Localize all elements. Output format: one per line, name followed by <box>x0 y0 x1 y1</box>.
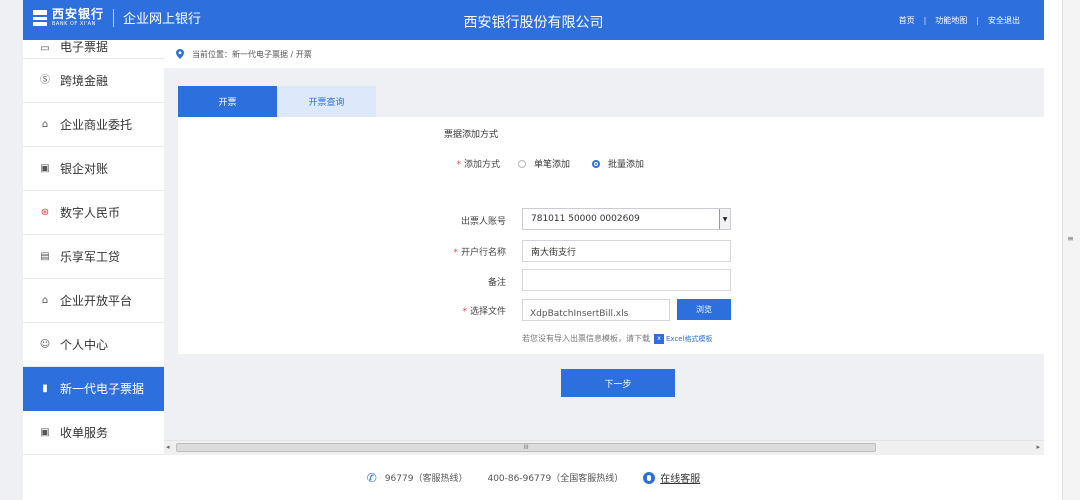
sidebar-item-label: 个人中心 <box>60 338 109 352</box>
sidebar-item-label: 收单服务 <box>60 426 109 440</box>
sidebar-item-label: 乐享军工贷 <box>60 250 121 264</box>
breadcrumb-text: 当前位置：新一代电子票据 / 开票 <box>192 49 312 59</box>
dollar-circle-icon: Ⓢ <box>40 74 50 86</box>
tab-bar: 开票 开票查询 <box>178 86 376 117</box>
radio-checked-icon <box>592 159 600 168</box>
card-icon: ▤ <box>40 250 50 262</box>
excel-template-link[interactable]: Excel格式模板 <box>666 334 713 344</box>
tab-issue[interactable]: 开票 <box>178 86 277 117</box>
branch-label: * 开户行名称 <box>453 248 506 258</box>
tab-issue-query[interactable]: 开票查询 <box>277 86 376 117</box>
right-gutter <box>1044 0 1062 500</box>
sidebar-item-label: 企业商业委托 <box>60 118 133 132</box>
remark-label: 备注 <box>487 278 506 288</box>
vertical-scrollbar[interactable]: ≡ <box>1062 0 1080 500</box>
sidebar-item-e-bill[interactable]: ▭ 电子票据 <box>23 40 164 59</box>
template-hint: 若您没有导入出票信息模板，请下载 x Excel格式模板 <box>522 333 713 344</box>
online-service-link[interactable]: 在线客服 <box>660 470 700 485</box>
phone-icon: ✆ <box>366 470 377 485</box>
scroll-left-icon[interactable]: ◂ <box>166 443 170 451</box>
horizontal-scrollbar[interactable]: ◂ III ▸ <box>164 440 1044 454</box>
chart-icon: ▣ <box>40 162 50 174</box>
scroll-thumb[interactable]: III <box>176 443 876 452</box>
issue-form-panel: 票据添加方式 * 添加方式 单笔添加 批量添加 出票人账号 781011 5000… <box>178 117 1044 354</box>
sidebar-item-label: 跨境金融 <box>60 74 109 88</box>
sidebar-item-label: 企业开放平台 <box>60 294 133 308</box>
scroll-right-icon[interactable]: ▸ <box>1036 443 1040 451</box>
hint-text: 若您没有导入出票信息模板，请下载 <box>522 334 650 343</box>
branch-name-field[interactable]: 南大街支行 <box>522 240 731 262</box>
sidebar-item-label: 银企对账 <box>60 162 109 176</box>
bank-icon: ⌂ <box>41 118 49 130</box>
sidebar-item-cross-border[interactable]: Ⓢ 跨境金融 <box>23 59 164 103</box>
hotline-text: 96779（客服热线） <box>384 474 468 484</box>
main-content: 当前位置：新一代电子票据 / 开票 开票 开票查询 票据添加方式 * 添加方式 单… <box>164 40 1044 455</box>
excel-icon: x <box>654 333 664 344</box>
sidebar-nav: ▭ 电子票据 Ⓢ 跨境金融 ⌂ 企业商业委托 ▣ 银企对账 ⊛ 数字人民币 ▤ … <box>23 40 164 455</box>
drawer-account-label: 出票人账号 <box>460 217 506 227</box>
add-method-label: * 添加方式 <box>456 160 500 170</box>
yuan-coin-icon: ⊛ <box>40 206 50 218</box>
radio-single-add[interactable]: 单笔添加 <box>518 157 570 170</box>
sidebar-item-personal-center[interactable]: ☺ 个人中心 <box>23 323 164 367</box>
file-path-field[interactable]: XdpBatchInsertBill.xls <box>522 299 670 321</box>
sidebar-item-label: 电子票据 <box>60 40 109 54</box>
national-hotline-text: 400-86-96779（全国客服热线） <box>487 474 624 484</box>
user-icon: ☺ <box>39 338 51 350</box>
sidebar-item-reconciliation[interactable]: ▣ 银企对账 <box>23 147 164 191</box>
home-link[interactable]: 首页 <box>899 15 915 26</box>
scroll-grip-icon: ≡ <box>1067 234 1074 243</box>
sitemap-link[interactable]: 功能地图 <box>935 15 967 26</box>
sidebar-item-new-e-bill[interactable]: ▮ 新一代电子票据 <box>23 367 164 411</box>
browse-button[interactable]: 浏览 <box>677 299 731 320</box>
radio-unchecked-icon <box>518 159 526 168</box>
remark-field[interactable] <box>522 269 731 291</box>
section-title: 票据添加方式 <box>444 130 499 140</box>
dropdown-arrow-icon: ▼ <box>719 209 730 229</box>
file-label: * 选择文件 <box>462 307 506 317</box>
ticket-icon: ▭ <box>40 43 50 54</box>
bill-icon: ▮ <box>42 382 48 394</box>
footer: ✆ 96779（客服热线） 400-86-96779（全国客服热线） 在线客服 <box>23 455 1044 500</box>
sidebar-item-digital-rmb[interactable]: ⊛ 数字人民币 <box>23 191 164 235</box>
radio-batch-add[interactable]: 批量添加 <box>592 157 644 170</box>
top-header: 西安银行 BANK OF XI'AN 企业网上银行 西安银行股份有限公司 首页 … <box>23 0 1044 40</box>
top-links: 首页 | 功能地图 | 安全退出 <box>898 15 1020 26</box>
sidebar-item-label: 数字人民币 <box>60 206 121 220</box>
company-name: 西安银行股份有限公司 <box>463 15 604 31</box>
location-pin-icon <box>176 49 184 59</box>
sidebar-item-acquiring[interactable]: ▣ 收单服务 <box>23 411 164 455</box>
receipt-icon: ▣ <box>40 426 50 438</box>
drawer-account-select[interactable]: 781011 50000 0002609 ▼ <box>522 208 731 230</box>
sidebar-item-military-loan[interactable]: ▤ 乐享军工贷 <box>23 235 164 279</box>
breadcrumb: 当前位置：新一代电子票据 / 开票 <box>164 40 1044 68</box>
next-step-button[interactable]: 下一步 <box>561 369 675 397</box>
sidebar-item-open-platform[interactable]: ⌂ 企业开放平台 <box>23 279 164 323</box>
chat-icon <box>643 471 656 484</box>
building-icon: ⌂ <box>41 294 49 306</box>
sidebar-item-commercial-entrust[interactable]: ⌂ 企业商业委托 <box>23 103 164 147</box>
logout-link[interactable]: 安全退出 <box>988 15 1020 26</box>
sidebar-item-label: 新一代电子票据 <box>60 382 145 396</box>
